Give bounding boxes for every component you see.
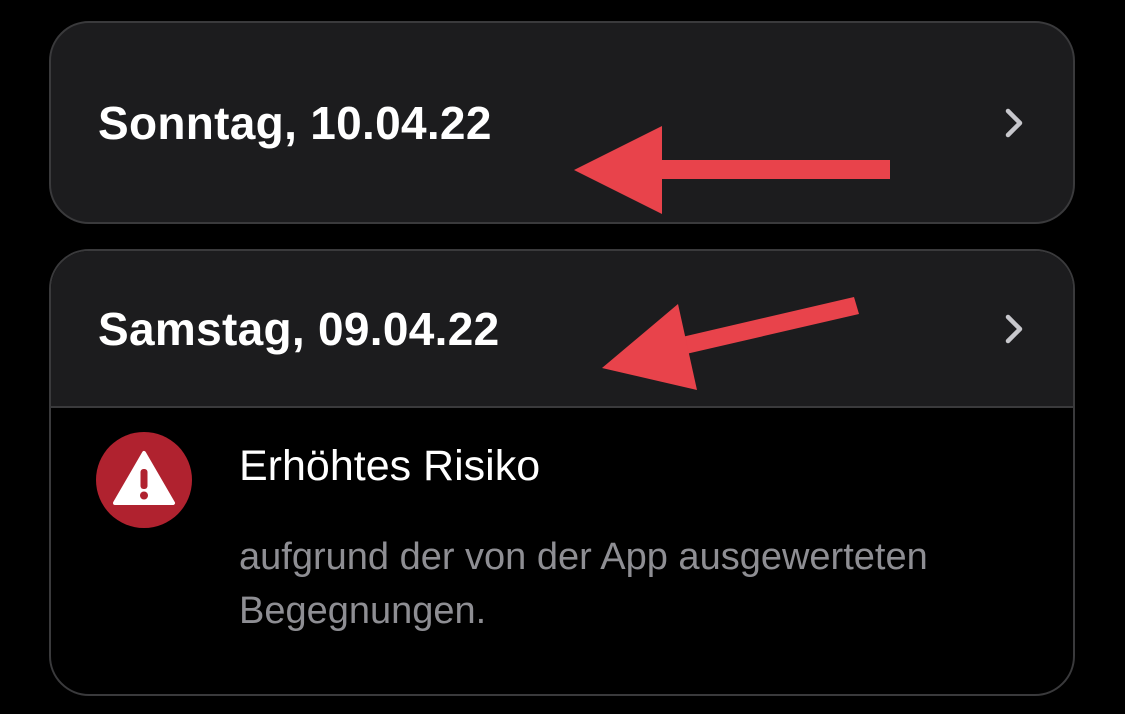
day-row[interactable]: Sonntag, 10.04.22 — [51, 23, 1073, 222]
day-row[interactable]: Samstag, 09.04.22 — [51, 251, 1073, 408]
risk-description: aufgrund der von der App ausgewerteten B… — [239, 536, 928, 632]
day-title: Samstag, 09.04.22 — [98, 302, 500, 355]
contact-journal-screen: Sonntag, 10.04.22 Samstag, 09.04.22 Erhö… — [0, 0, 1125, 714]
chevron-right-icon[interactable] — [999, 103, 1029, 143]
day-card-sunday[interactable]: Sonntag, 10.04.22 — [49, 21, 1075, 224]
risk-section: Erhöhtes Risiko aufgrund der von der App… — [51, 408, 1073, 694]
day-card-saturday[interactable]: Samstag, 09.04.22 Erhöhtes Risiko aufgru… — [49, 249, 1075, 696]
chevron-right-icon[interactable] — [999, 309, 1029, 349]
warning-triangle-icon — [96, 432, 192, 528]
day-title: Sonntag, 10.04.22 — [98, 96, 492, 149]
risk-title: Erhöhtes Risiko — [239, 442, 541, 490]
